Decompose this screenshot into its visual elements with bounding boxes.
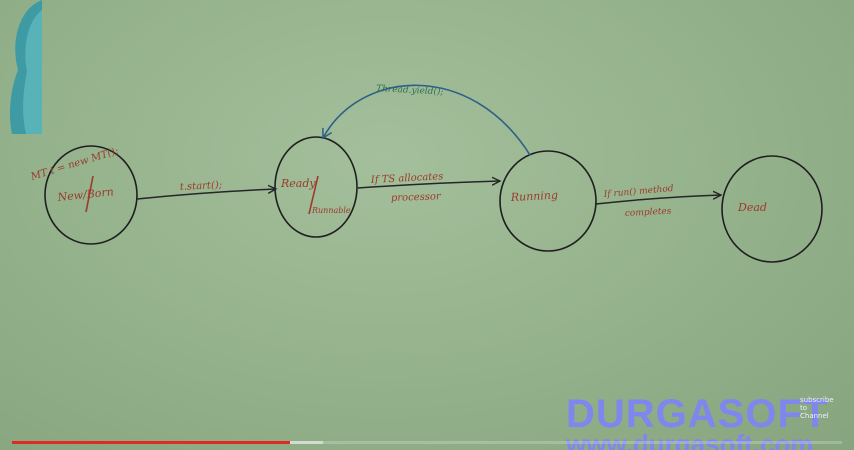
state-ready-label-bottom: Runnable — [311, 206, 351, 215]
start-label: t.start(); — [180, 180, 223, 193]
state-new-label: New/Born — [56, 185, 114, 204]
yield-label: Thread.yield(); — [376, 83, 444, 98]
subscribe-badge[interactable]: subscribe to Channel — [800, 396, 834, 420]
state-dead-label: Dead — [737, 201, 767, 214]
subscribe-text-line3: Channel — [800, 412, 829, 420]
brand-url: www.durgasoft.com — [566, 429, 814, 450]
video-progress-bar[interactable] — [12, 441, 842, 444]
state-dead-circle — [721, 155, 823, 263]
new-object-annotation: MT t = new MT(); — [29, 146, 120, 183]
state-diagram: New/Born Ready Runnable Running Dead MT … — [29, 83, 823, 263]
state-running-label: Running — [509, 189, 558, 205]
subscribe-text-line2: to — [800, 404, 808, 412]
run-label-line2: completes — [625, 207, 672, 219]
state-ready-label-top: Ready — [280, 177, 316, 190]
video-played-bar — [12, 441, 291, 444]
presenter-figure — [10, 0, 42, 134]
whiteboard: New/Born Ready Runnable Running Dead MT … — [0, 0, 854, 450]
ts-label-line2: processor — [391, 191, 442, 204]
subscribe-text-line1: subscribe — [800, 396, 834, 404]
